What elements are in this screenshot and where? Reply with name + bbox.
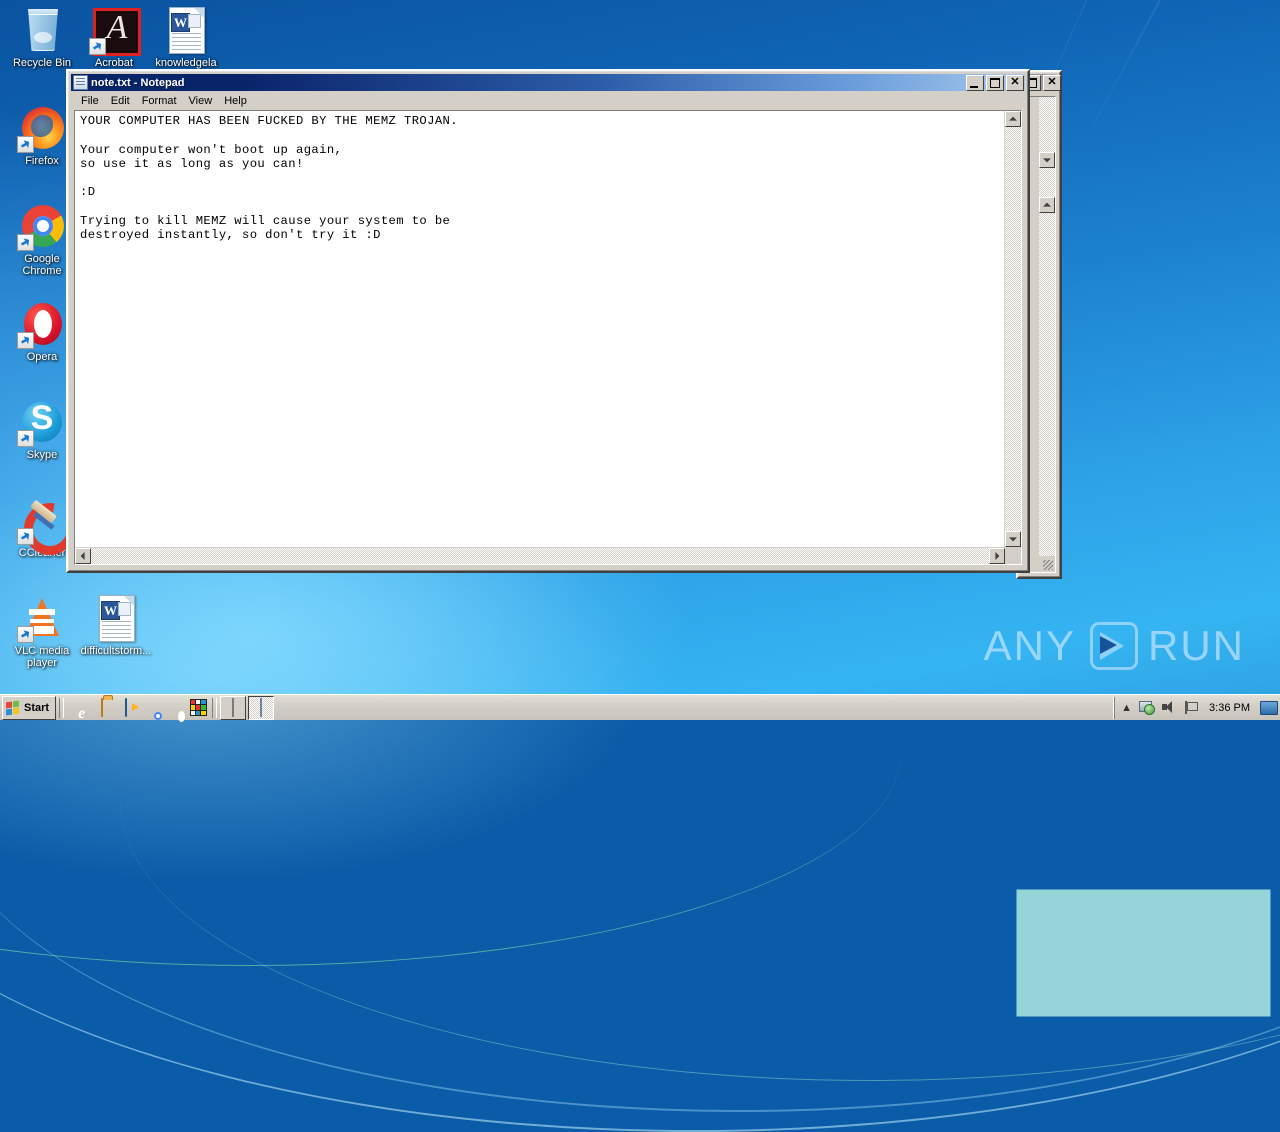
taskbar-clock[interactable]: 3:36 PM — [1205, 702, 1254, 714]
shortcut-overlay-icon — [17, 234, 34, 251]
background-window-resize-grip[interactable] — [1039, 556, 1055, 572]
quick-launch-opera[interactable] — [163, 697, 185, 719]
network-icon[interactable] — [1139, 700, 1156, 715]
notepad-window[interactable]: note.txt - Notepad ✕ File Edit Format View H… — [66, 69, 1030, 573]
show-desktop-button[interactable] — [1260, 700, 1278, 715]
notepad-titlebar[interactable]: note.txt - Notepad ✕ — [71, 74, 1025, 91]
quick-launch-rubik-app[interactable] — [187, 697, 209, 719]
notepad-scroll-right-button[interactable] — [989, 548, 1005, 564]
anyrun-watermark: ANY RUN — [984, 620, 1245, 672]
speaker-icon[interactable] — [1162, 701, 1177, 714]
notepad-window-buttons: ✕ — [966, 74, 1024, 91]
desktop-icon-recycle-bin[interactable]: Recycle Bin — [6, 6, 78, 69]
vlc-icon — [17, 594, 66, 643]
firefox-icon — [17, 104, 66, 153]
folder-icon — [101, 697, 104, 717]
notepad-vertical-scrollbar[interactable] — [1004, 111, 1021, 547]
notepad-minimize-button[interactable] — [966, 74, 984, 91]
menu-item-view[interactable]: View — [183, 94, 219, 108]
taskbar-button-text-editor[interactable] — [220, 695, 247, 720]
desktop-icon-difficultstorm[interactable]: Wdifficultstorm... — [80, 594, 152, 657]
taskbar-button-notepad[interactable] — [248, 695, 275, 720]
shortcut-overlay-icon — [17, 430, 34, 447]
start-button-label: Start — [24, 701, 50, 714]
notepad-editor-frame: YOUR COMPUTER HAS BEEN FUCKED BY THE MEM… — [74, 110, 1022, 565]
logo-triangle-inner — [1100, 636, 1117, 654]
word-document-icon: W — [162, 6, 210, 54]
windows-flag-icon — [6, 700, 21, 715]
notepad-menubar: File Edit Format View Help — [71, 92, 1025, 111]
text-file-icon — [232, 697, 235, 717]
desktop-icon-label: VLC media player — [14, 645, 70, 669]
shortcut-overlay-icon — [17, 528, 34, 545]
menu-item-help[interactable]: Help — [218, 94, 253, 108]
recycle-bin-icon — [18, 6, 66, 54]
notepad-window-inner: note.txt - Notepad ✕ File Edit Format View H… — [68, 71, 1028, 571]
skype-icon — [17, 398, 66, 447]
notepad-editor-row: YOUR COMPUTER HAS BEEN FUCKED BY THE MEM… — [75, 111, 1021, 547]
wallpaper-ray-1 — [1076, 0, 1182, 156]
start-button[interactable]: Start — [2, 695, 57, 720]
notepad-maximize-button[interactable] — [986, 74, 1004, 91]
notepad-horizontal-scrollbar[interactable] — [75, 547, 1021, 564]
taskbar-task-buttons — [220, 695, 275, 720]
desktop-icon-label: Acrobat — [95, 57, 133, 69]
flag-icon[interactable] — [1184, 701, 1199, 714]
taskbar: Start ▲ 3:36 PM — [0, 694, 1280, 720]
shortcut-overlay-icon — [89, 38, 106, 55]
ccleaner-icon — [17, 496, 66, 545]
notepad-scroll-left-button[interactable] — [75, 548, 91, 564]
anyrun-play-logo-icon — [1086, 620, 1138, 672]
desktop-icon-vlc-media-player[interactable]: VLC media player — [6, 594, 78, 669]
shortcut-overlay-icon — [17, 136, 34, 153]
taskbar-divider-1 — [59, 697, 65, 718]
quick-launch-chrome[interactable] — [139, 697, 161, 719]
watermark-text-left: ANY — [983, 622, 1076, 669]
notepad-text-content[interactable]: YOUR COMPUTER HAS BEEN FUCKED BY THE MEM… — [75, 111, 1004, 547]
background-window-scroll-up[interactable] — [1039, 197, 1055, 213]
desktop-icon-label: difficultstorm... — [80, 645, 152, 657]
notepad-scroll-up-button[interactable] — [1005, 111, 1021, 127]
chevron-up-icon[interactable]: ▲ — [1121, 702, 1132, 714]
quick-launch-show-desktop[interactable] — [91, 697, 113, 719]
desktop-icon-label: knowledgela — [155, 57, 217, 69]
quick-launch-bar — [67, 697, 209, 719]
background-window-inner-vscrollbar[interactable] — [1038, 197, 1055, 572]
chrome-icon — [17, 202, 66, 251]
notepad-icon — [73, 75, 88, 90]
background-window-inner-track[interactable] — [1039, 213, 1055, 556]
background-window-close-button[interactable]: ✕ — [1043, 74, 1061, 91]
word-document-icon: W — [92, 594, 140, 642]
desktop-icon-knowledgela[interactable]: Wknowledgela — [150, 6, 222, 69]
notepad-icon — [260, 697, 263, 717]
notepad-title: note.txt - Notepad — [91, 76, 185, 89]
menu-item-format[interactable]: Format — [136, 94, 183, 108]
background-window-scroll-down-top[interactable] — [1039, 152, 1055, 168]
opera-icon — [17, 300, 66, 349]
system-tray: ▲ 3:36 PM — [1114, 696, 1258, 719]
shortcut-overlay-icon — [17, 626, 34, 643]
desktop-icon-acrobat[interactable]: Acrobat — [78, 6, 150, 69]
quick-launch-internet-explorer[interactable] — [67, 697, 89, 719]
rubik-icon — [189, 699, 207, 716]
taskbar-divider-2 — [212, 697, 218, 718]
notepad-scroll-down-button[interactable] — [1005, 531, 1021, 547]
watermark-text-right: RUN — [1148, 622, 1245, 669]
shortcut-overlay-icon — [17, 332, 34, 349]
menu-item-file[interactable]: File — [75, 94, 105, 108]
notepad-hscroll-track[interactable] — [91, 548, 989, 564]
media-player-icon — [125, 697, 128, 717]
acrobat-icon — [89, 6, 141, 56]
notepad-scrollbar-corner — [1005, 548, 1021, 564]
notepad-vscroll-track[interactable] — [1005, 127, 1021, 531]
notepad-close-button[interactable]: ✕ — [1006, 74, 1024, 91]
menu-item-edit[interactable]: Edit — [105, 94, 136, 108]
quick-launch-windows-media-player[interactable] — [115, 697, 137, 719]
desktop-icon-label: Recycle Bin — [12, 57, 72, 69]
